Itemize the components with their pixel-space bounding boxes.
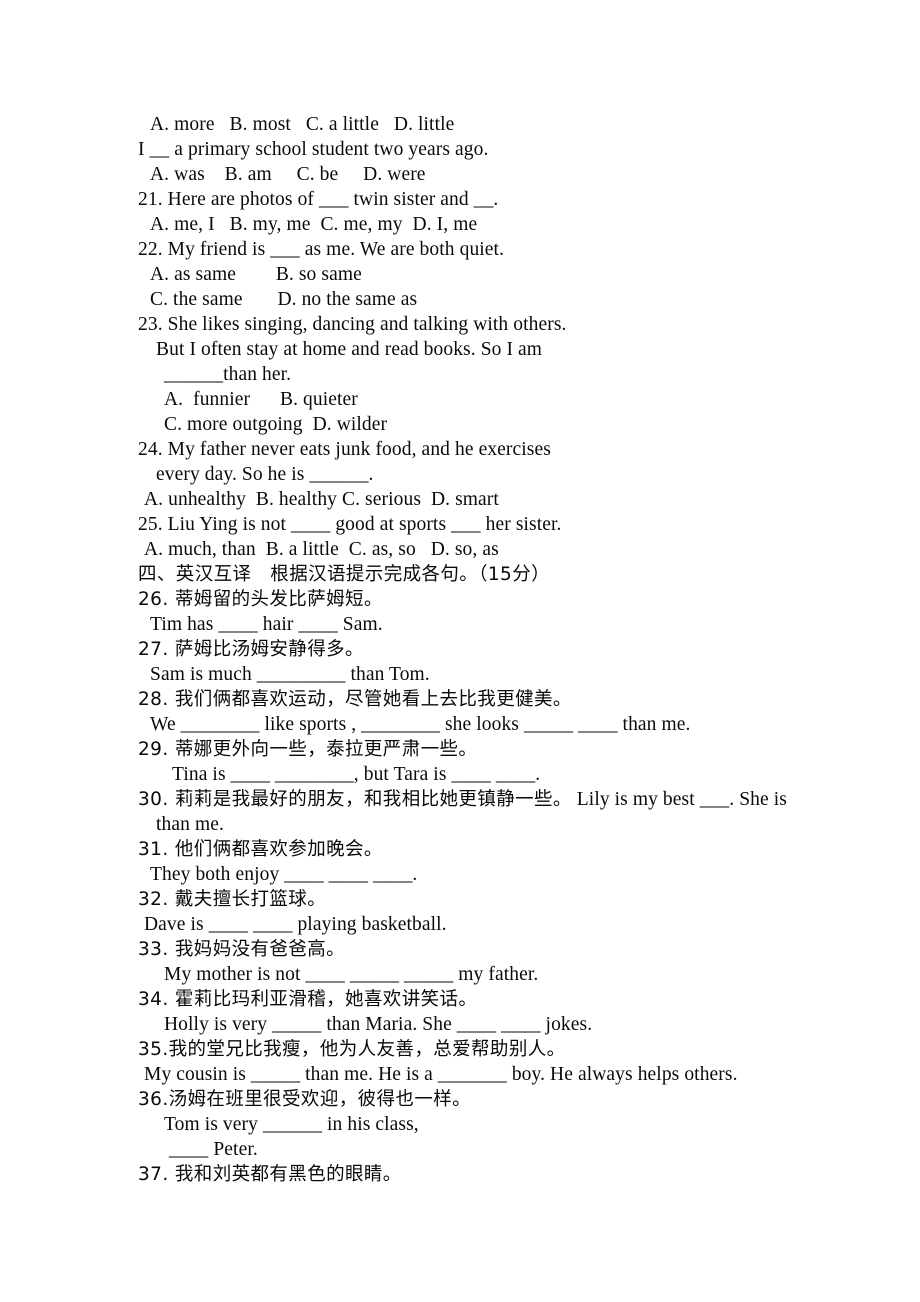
text-run-chinese: 36.汤姆在班里很受欢迎，彼得也一样。 (138, 1089, 472, 1110)
text-run-latin: A. funnier B. quieter (164, 389, 358, 410)
text-run-latin: My mother is not ____ _____ _____ my fat… (164, 964, 539, 985)
text-run-chinese: 30. 莉莉是我最好的朋友，和我相比她更镇静一些。 (138, 789, 572, 810)
text-line: My cousin is _____ than me. He is a ____… (0, 1062, 920, 1087)
text-line: 34. 霍莉比玛利亚滑稽，她喜欢讲笑话。 (0, 987, 920, 1012)
text-line: 23. She likes singing, dancing and talki… (0, 312, 920, 337)
text-line: A. was B. am C. be D. were (0, 162, 920, 187)
text-run-latin: 21. Here are photos of ___ twin sister a… (138, 189, 499, 210)
text-line: ______than her. (0, 362, 920, 387)
text-line: A. unhealthy B. healthy C. serious D. sm… (0, 487, 920, 512)
text-run-latin: My cousin is _____ than me. He is a ____… (144, 1064, 738, 1085)
text-line: than me. (0, 812, 920, 837)
text-line: Tim has ____ hair ____ Sam. (0, 612, 920, 637)
text-run-latin: 25. Liu Ying is not ____ good at sports … (138, 514, 562, 535)
text-line: 四、英汉互译 根据汉语提示完成各句。（15分） (0, 562, 920, 587)
text-run-chinese: 27. 萨姆比汤姆安静得多。 (138, 639, 364, 660)
text-line: Tom is very ______ in his class, (0, 1112, 920, 1137)
text-run-latin: ______than her. (164, 364, 292, 385)
text-run-latin: than me. (156, 814, 224, 835)
text-run-chinese: 26. 蒂姆留的头发比萨姆短。 (138, 589, 383, 610)
text-line: 36.汤姆在班里很受欢迎，彼得也一样。 (0, 1087, 920, 1112)
text-run-latin: C. more outgoing D. wilder (164, 414, 388, 435)
text-run-latin: 24. My father never eats junk food, and … (138, 439, 551, 460)
worksheet-page: A. more B. most C. a little D. little I _… (0, 0, 920, 1302)
text-line: A. funnier B. quieter (0, 387, 920, 412)
text-line: My mother is not ____ _____ _____ my fat… (0, 962, 920, 987)
text-run-chinese: 35.我的堂兄比我瘦，他为人友善，总爱帮助别人。 (138, 1039, 566, 1060)
text-line: A. more B. most C. a little D. little (0, 112, 920, 137)
text-run-chinese: 33. 我妈妈没有爸爸高。 (138, 939, 346, 960)
text-run-latin: every day. So he is ______. (156, 464, 374, 485)
text-run-latin: But I often stay at home and read books.… (156, 339, 543, 360)
text-line: 33. 我妈妈没有爸爸高。 (0, 937, 920, 962)
text-run-latin: Tina is ____ ________, but Tara is ____ … (172, 764, 541, 785)
text-line: every day. So he is ______. (0, 462, 920, 487)
text-line: 21. Here are photos of ___ twin sister a… (0, 187, 920, 212)
text-line: We ________ like sports , ________ she l… (0, 712, 920, 737)
text-line: 31. 他们俩都喜欢参加晚会。 (0, 837, 920, 862)
text-line: 28. 我们俩都喜欢运动，尽管她看上去比我更健美。 (0, 687, 920, 712)
text-run-latin: A. as same B. so same (150, 264, 362, 285)
text-line: 26. 蒂姆留的头发比萨姆短。 (0, 587, 920, 612)
text-line: 30. 莉莉是我最好的朋友，和我相比她更镇静一些。 Lily is my bes… (0, 787, 920, 812)
text-line: C. more outgoing D. wilder (0, 412, 920, 437)
text-run-latin: ____ Peter. (164, 1139, 258, 1160)
text-line: 32. 戴夫擅长打篮球。 (0, 887, 920, 912)
text-line: C. the same D. no the same as (0, 287, 920, 312)
text-run-latin: We ________ like sports , ________ she l… (150, 714, 691, 735)
text-run-latin: C. the same D. no the same as (150, 289, 418, 310)
text-run-chinese: 28. 我们俩都喜欢运动，尽管她看上去比我更健美。 (138, 689, 572, 710)
text-line: 22. My friend is ___ as me. We are both … (0, 237, 920, 262)
text-run-latin: They both enjoy ____ ____ ____. (150, 864, 418, 885)
text-line: Sam is much _________ than Tom. (0, 662, 920, 687)
text-run-latin: Lily is my best ___. She is (571, 789, 787, 810)
text-run-latin: 23. She likes singing, dancing and talki… (138, 314, 567, 335)
text-run-chinese: 29. 蒂娜更外向一些，泰拉更严肃一些。 (138, 739, 478, 760)
text-run-latin: Dave is ____ ____ playing basketball. (144, 914, 447, 935)
text-line: 37. 我和刘英都有黑色的眼睛。 (0, 1162, 920, 1187)
text-line: 25. Liu Ying is not ____ good at sports … (0, 512, 920, 537)
text-run-chinese: 37. 我和刘英都有黑色的眼睛。 (138, 1164, 402, 1185)
text-run-chinese: 31. 他们俩都喜欢参加晚会。 (138, 839, 383, 860)
text-line: But I often stay at home and read books.… (0, 337, 920, 362)
text-run-latin: 22. My friend is ___ as me. We are both … (138, 239, 505, 260)
text-run-latin: A. much, than B. a little C. as, so D. s… (144, 539, 499, 560)
text-line: I __ a primary school student two years … (0, 137, 920, 162)
text-line: Holly is very _____ than Maria. She ____… (0, 1012, 920, 1037)
text-run-latin: Sam is much _________ than Tom. (150, 664, 430, 685)
text-line: 27. 萨姆比汤姆安静得多。 (0, 637, 920, 662)
text-run-chinese: 四、英汉互译 根据汉语提示完成各句。（15分） (138, 564, 550, 585)
text-run-latin: A. more B. most C. a little D. little (150, 114, 455, 135)
text-run-latin: A. was B. am C. be D. were (150, 164, 426, 185)
text-line: 29. 蒂娜更外向一些，泰拉更严肃一些。 (0, 737, 920, 762)
text-line: They both enjoy ____ ____ ____. (0, 862, 920, 887)
text-line: A. me, I B. my, me C. me, my D. I, me (0, 212, 920, 237)
text-line: Tina is ____ ________, but Tara is ____ … (0, 762, 920, 787)
text-line: 24. My father never eats junk food, and … (0, 437, 920, 462)
text-line: A. as same B. so same (0, 262, 920, 287)
text-run-chinese: 32. 戴夫擅长打篮球。 (138, 889, 327, 910)
text-line: 35.我的堂兄比我瘦，他为人友善，总爱帮助别人。 (0, 1037, 920, 1062)
text-run-latin: Holly is very _____ than Maria. She ____… (164, 1014, 593, 1035)
text-run-latin: I __ a primary school student two years … (138, 139, 489, 160)
text-run-latin: Tim has ____ hair ____ Sam. (150, 614, 383, 635)
text-line: ____ Peter. (0, 1137, 920, 1162)
text-line: A. much, than B. a little C. as, so D. s… (0, 537, 920, 562)
text-run-latin: A. me, I B. my, me C. me, my D. I, me (150, 214, 478, 235)
worksheet-body: A. more B. most C. a little D. little I _… (0, 112, 920, 1187)
text-line: Dave is ____ ____ playing basketball. (0, 912, 920, 937)
text-run-latin: A. unhealthy B. healthy C. serious D. sm… (144, 489, 499, 510)
text-run-chinese: 34. 霍莉比玛利亚滑稽，她喜欢讲笑话。 (138, 989, 478, 1010)
text-run-latin: Tom is very ______ in his class, (164, 1114, 419, 1135)
